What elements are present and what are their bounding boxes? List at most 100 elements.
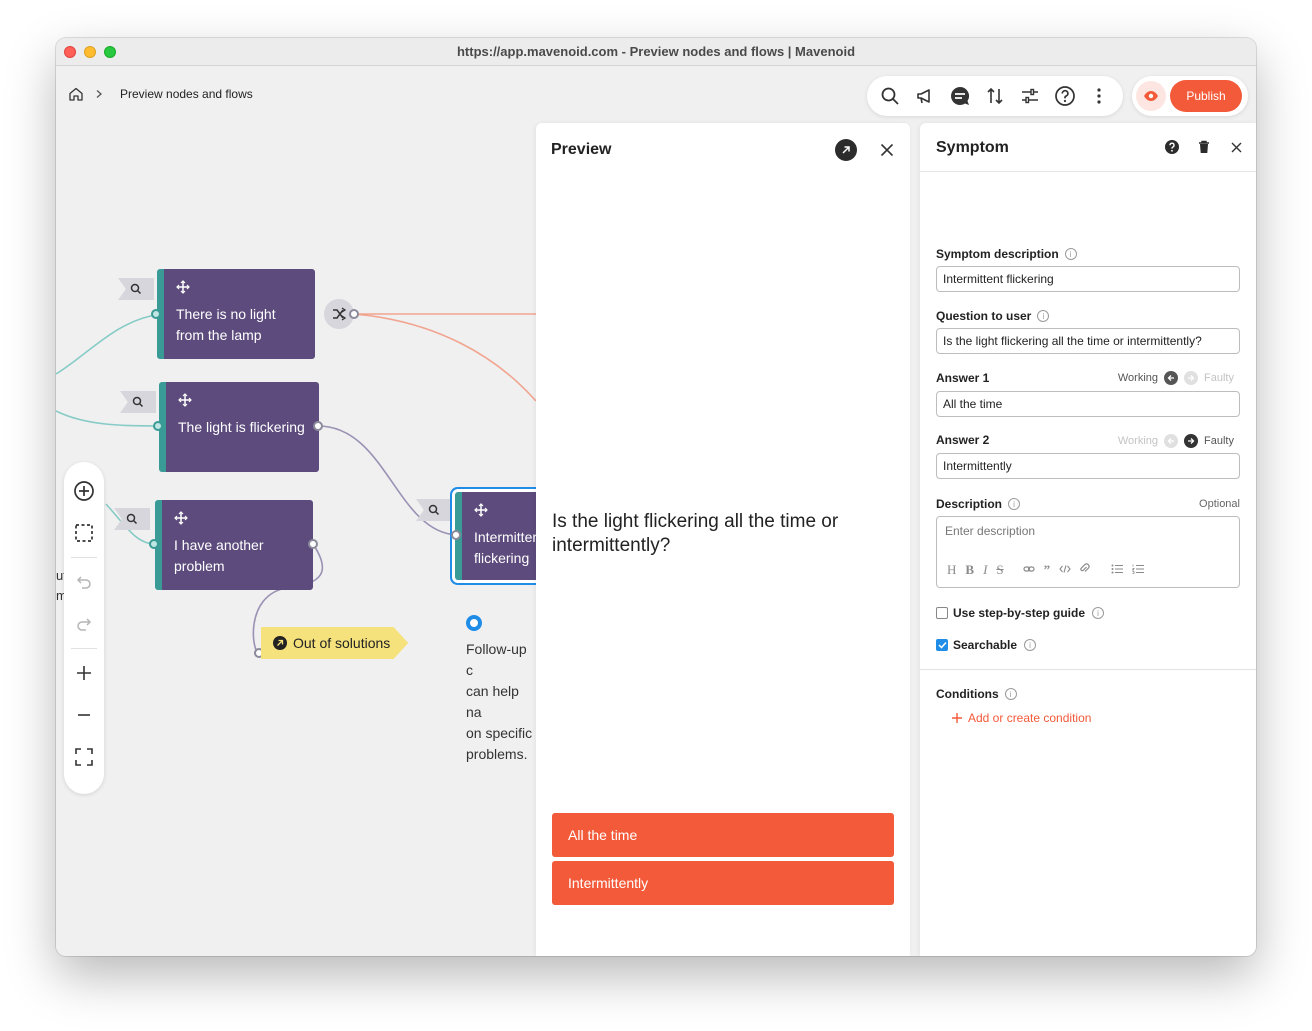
- description-placeholder: Enter description: [945, 524, 1036, 538]
- bold-icon[interactable]: B: [965, 562, 974, 578]
- plus-icon: [952, 713, 962, 723]
- close-icon[interactable]: [876, 139, 898, 161]
- searchable-checkbox[interactable]: [936, 639, 948, 651]
- close-icon[interactable]: [1227, 138, 1245, 156]
- node-label: Intermitter flickering: [474, 529, 536, 566]
- arrow-right-icon[interactable]: [1184, 371, 1199, 385]
- search-icon[interactable]: [876, 82, 904, 110]
- quote-icon[interactable]: ”: [1044, 562, 1051, 578]
- bullet-list-icon[interactable]: [1111, 562, 1124, 578]
- move-icon[interactable]: [176, 279, 303, 300]
- home-icon[interactable]: [68, 86, 84, 102]
- symptom-description-input[interactable]: [936, 266, 1240, 292]
- app-content: Preview nodes and flows Publish There is…: [56, 66, 1256, 956]
- flow-node[interactable]: There is no light from the lamp: [157, 269, 315, 359]
- info-icon[interactable]: i: [1008, 498, 1021, 510]
- info-icon[interactable]: i: [1092, 607, 1105, 619]
- input-port[interactable]: [153, 421, 163, 431]
- preview-answer-button[interactable]: All the time: [552, 813, 894, 857]
- arrow-right-icon[interactable]: [1184, 434, 1199, 448]
- more-icon[interactable]: [1085, 82, 1113, 110]
- fit-screen-icon[interactable]: [70, 743, 98, 771]
- canvas-tools: [64, 462, 104, 794]
- format-toolbar: H B I S ”: [947, 562, 1145, 578]
- code-icon[interactable]: [1059, 562, 1071, 578]
- searchable-option[interactable]: Searchable i: [936, 638, 1037, 652]
- zoom-out-icon[interactable]: [70, 701, 98, 729]
- sort-icon[interactable]: [981, 82, 1009, 110]
- heading-icon[interactable]: H: [947, 562, 956, 578]
- minimize-window-button[interactable]: [84, 46, 96, 58]
- title-bar: https://app.mavenoid.com - Preview nodes…: [56, 38, 1256, 66]
- info-icon[interactable]: i: [1064, 248, 1077, 260]
- window-title: https://app.mavenoid.com - Preview nodes…: [456, 44, 856, 59]
- output-port[interactable]: [313, 421, 323, 431]
- move-icon[interactable]: [474, 502, 536, 523]
- megaphone-icon[interactable]: [911, 82, 939, 110]
- window-controls: [64, 46, 116, 58]
- label-text: Symptom description: [936, 247, 1059, 261]
- panel-title: Symptom: [936, 139, 1009, 156]
- strikethrough-icon[interactable]: S: [996, 562, 1003, 578]
- move-icon[interactable]: [174, 510, 301, 531]
- info-icon[interactable]: i: [1004, 688, 1017, 700]
- flow-node-selected[interactable]: Intermitter flickering: [455, 492, 536, 580]
- label-text: Conditions: [936, 687, 999, 701]
- info-icon[interactable]: i: [1037, 310, 1050, 322]
- input-port[interactable]: [151, 309, 161, 319]
- numbered-list-icon[interactable]: [1131, 562, 1145, 578]
- add-node-icon[interactable]: [70, 477, 98, 505]
- undo-icon[interactable]: [70, 568, 98, 596]
- flow-canvas[interactable]: There is no light from the lamp The ligh…: [56, 126, 536, 956]
- description-editor[interactable]: Enter description H B I S ”: [936, 516, 1240, 588]
- link-icon[interactable]: [1023, 562, 1035, 578]
- answer2-input[interactable]: [936, 453, 1240, 479]
- italic-icon[interactable]: I: [983, 562, 987, 578]
- arrow-left-icon[interactable]: [1164, 434, 1179, 448]
- input-port[interactable]: [451, 530, 461, 540]
- help-icon[interactable]: [1163, 138, 1181, 156]
- publish-group: Publish: [1132, 76, 1248, 116]
- attachment-icon[interactable]: [1080, 562, 1090, 578]
- help-icon[interactable]: [1051, 82, 1079, 110]
- preview-title: Preview: [551, 141, 612, 158]
- out-of-solutions-node[interactable]: Out of solutions: [261, 627, 409, 659]
- info-icon[interactable]: i: [1024, 639, 1037, 651]
- select-area-icon[interactable]: [70, 519, 98, 547]
- close-window-button[interactable]: [64, 46, 76, 58]
- open-external-icon[interactable]: [835, 139, 857, 161]
- answer1-input[interactable]: [936, 391, 1240, 417]
- step-guide-checkbox[interactable]: [936, 607, 948, 619]
- arrow-left-icon[interactable]: [1164, 371, 1179, 385]
- chevron-right-icon: [94, 89, 104, 99]
- zoom-in-icon[interactable]: [70, 659, 98, 687]
- node-label: I have another problem: [174, 537, 264, 574]
- question-input[interactable]: [936, 328, 1240, 354]
- optional-label: Optional: [1199, 498, 1240, 510]
- input-port[interactable]: [149, 539, 159, 549]
- flow-node[interactable]: I have another problem: [155, 500, 313, 590]
- publish-button[interactable]: Publish: [1170, 80, 1242, 112]
- step-guide-option[interactable]: Use step-by-step guide i: [936, 606, 1105, 620]
- chat-icon[interactable]: [946, 82, 974, 110]
- sliders-icon[interactable]: [1016, 82, 1044, 110]
- top-toolbar: [867, 76, 1123, 116]
- searchable-label: Searchable: [953, 638, 1018, 652]
- browser-window: https://app.mavenoid.com - Preview nodes…: [56, 38, 1256, 956]
- question-label: Question to user i: [936, 309, 1050, 323]
- node-label: There is no light from the lamp: [176, 306, 276, 343]
- output-port[interactable]: [308, 539, 318, 549]
- step-guide-label: Use step-by-step guide: [953, 606, 1086, 620]
- flow-node[interactable]: The light is flickering: [159, 382, 319, 472]
- trash-icon[interactable]: [1195, 138, 1213, 156]
- preview-answer-button[interactable]: Intermittently: [552, 861, 894, 905]
- symptom-description-label: Symptom description i: [936, 247, 1077, 261]
- move-icon[interactable]: [178, 392, 307, 413]
- add-condition-button[interactable]: Add or create condition: [952, 711, 1091, 725]
- redo-icon[interactable]: [70, 610, 98, 638]
- breadcrumb-current-page[interactable]: Preview nodes and flows: [120, 87, 253, 101]
- preview-eye-icon[interactable]: [1136, 81, 1166, 111]
- output-port[interactable]: [349, 309, 359, 319]
- hint-radio[interactable]: [466, 615, 482, 631]
- maximize-window-button[interactable]: [104, 46, 116, 58]
